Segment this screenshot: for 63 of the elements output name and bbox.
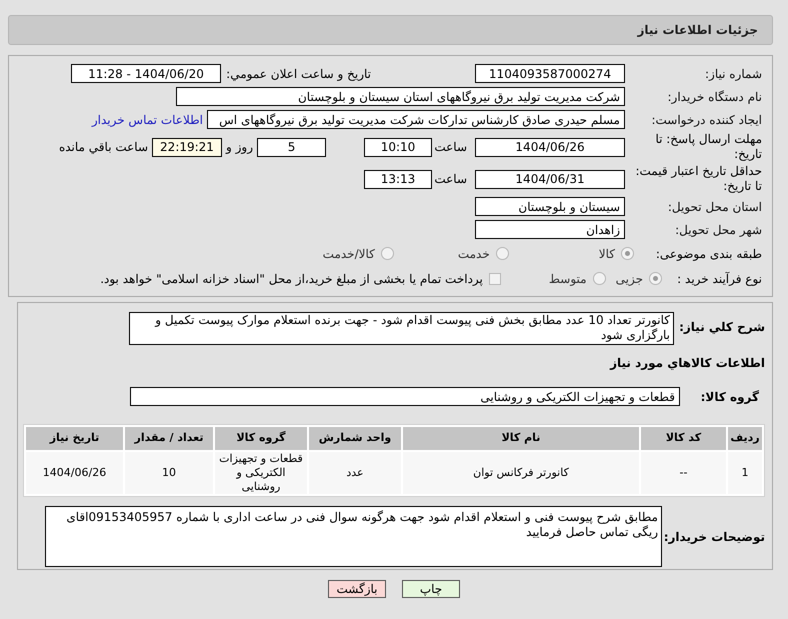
radio-button[interactable]	[380, 247, 394, 260]
column-header: تاریخ نیاز	[26, 427, 123, 450]
text-field[interactable]: 1404/06/20 - 11:28	[71, 64, 221, 83]
time-label: ساعت	[433, 139, 467, 156]
table-cell: 1	[728, 452, 762, 494]
column-header: گروه کالا	[215, 427, 307, 450]
text-field[interactable]: 1404/06/26	[475, 138, 625, 156]
column-header: نام کالا	[403, 427, 639, 450]
field-label: حداقل تاریخ اعتبار قیمت: تا تاریخ:	[634, 164, 762, 194]
text-field[interactable]: سیستان و بلوچستان	[475, 197, 625, 216]
time-label: ساعت	[433, 171, 467, 188]
table-cell: کانورتر فرکانس توان	[403, 452, 639, 494]
text-field[interactable]: مسلم حیدری صادق کارشناس تدارکات شرکت مدیریت تولید برق نیروگاههای اس	[207, 110, 625, 129]
text-field[interactable]: 5	[257, 138, 326, 156]
table-cell: قطعات و تجهیزات الکتریکی و روشنایی	[215, 452, 307, 494]
table-cell: 10	[125, 452, 213, 494]
option-label: کالا	[598, 246, 615, 262]
text-field[interactable]: 1404/06/31	[475, 170, 625, 188]
radio-button[interactable]	[592, 272, 606, 285]
text-field[interactable]: زاهدان	[475, 220, 625, 239]
field-label: شماره نیاز:	[704, 66, 762, 82]
field-label: استان محل تحویل:	[666, 198, 762, 216]
option-label: متوسط	[548, 270, 587, 288]
field-label: توضیحات خریدار:	[662, 528, 765, 546]
field-label: تاریخ و ساعت اعلان عمومي:	[225, 66, 371, 82]
column-header: ردیف	[728, 427, 762, 450]
text-field[interactable]: 1104093587000274	[475, 64, 625, 83]
column-header: واحد شمارش	[309, 427, 401, 450]
field-label: شرح کلي نیاز:	[678, 319, 765, 336]
radio-button[interactable]	[621, 247, 634, 260]
option-label: خدمت	[458, 246, 490, 262]
remaining-label: ساعت باقي مانده	[58, 139, 148, 156]
text-field[interactable]: 10:10	[364, 138, 432, 156]
field-label: نام دستگاه خریدار:	[666, 88, 762, 106]
checkbox-label: پرداخت تمام یا بخشی از مبلغ خرید،از محل "اسناد خزانه اسلامی" خواهد بود.	[100, 270, 483, 288]
checkbox[interactable]	[488, 272, 501, 284]
text-field[interactable]: 22:19:21	[152, 138, 222, 156]
field-label: نوع فرآیند خرید :	[676, 270, 762, 288]
description-box[interactable]: کانورتر تعداد 10 عدد مطابق بخش فنی پیوست اقدام شود - جهت برنده استعلام موارک پیوست تکمیل و بارگزاری شود	[129, 312, 674, 345]
section-heading: اطلاعات کالاهاي مورد نیاز	[610, 355, 765, 372]
table-cell: 1404/06/26	[26, 452, 123, 494]
column-header: کد کالا	[641, 427, 726, 450]
back-button[interactable]: بازگشت	[328, 580, 386, 598]
field-label: طبقه بندی موضوعی:	[654, 246, 762, 262]
option-label: کالا/خدمت	[322, 246, 375, 262]
text-field[interactable]: 13:13	[364, 170, 432, 188]
text-field[interactable]: شرکت مدیریت تولید برق نیروگاههای استان سیستان و بلوچستان	[176, 87, 625, 106]
field-label: شهر محل تحویل:	[674, 222, 762, 238]
page-title: جزئیات اطلاعات نیاز	[637, 22, 758, 39]
contact-link[interactable]: اطلاعات تماس خریدار	[92, 110, 203, 128]
table-cell: --	[641, 452, 726, 494]
field-label: گروه کالا:	[700, 388, 760, 406]
column-header: تعداد / مقدار	[125, 427, 213, 450]
text-field[interactable]: قطعات و تجهیزات الکتریکی و روشنایی	[130, 387, 680, 406]
radio-button[interactable]	[649, 272, 662, 285]
notes-box[interactable]: مطابق شرح پیوست فنی و استعلام اقدام شود جهت هرگونه سوال فنی در ساعت اداری با شماره 09153405957اقای ریگی تماس حاصل فرمایید	[45, 506, 662, 567]
table-cell: عدد	[309, 452, 401, 494]
field-label: مهلت ارسال پاسخ: تا تاریخ:	[654, 132, 762, 162]
field-label: ایجاد کننده درخواست:	[650, 112, 762, 128]
radio-button[interactable]	[496, 247, 509, 260]
days-label: روز و	[224, 139, 253, 156]
print-button[interactable]: چاپ	[402, 580, 460, 598]
option-label: جزیی	[616, 270, 643, 288]
